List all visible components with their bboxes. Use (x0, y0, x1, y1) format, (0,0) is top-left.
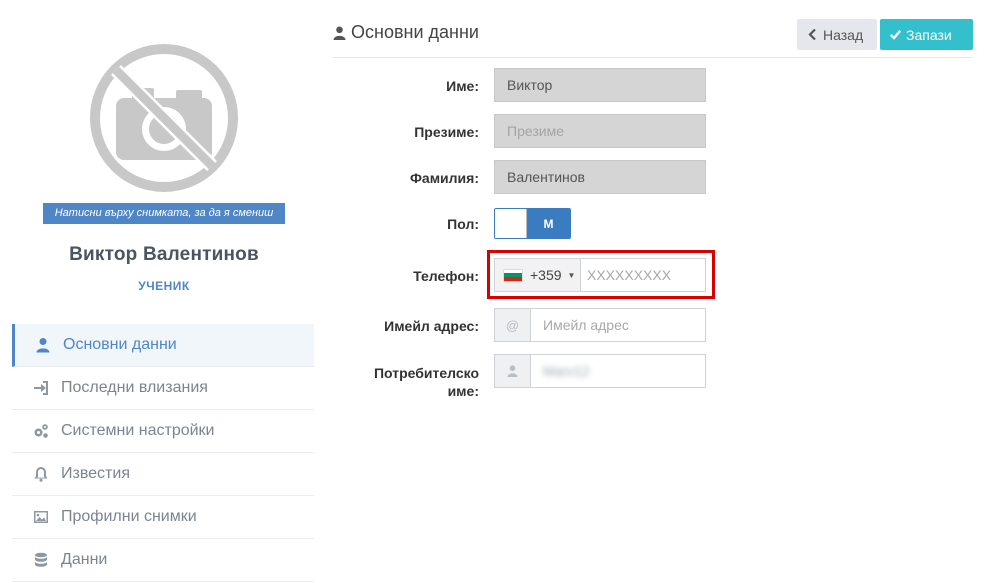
cogs-icon (30, 422, 52, 440)
page-header: Основни данни Назад Запази (333, 18, 973, 58)
page-title: Основни данни (333, 22, 479, 43)
save-button-label: Запази (906, 26, 952, 43)
last-name-label: Фамилия: (409, 170, 479, 186)
menu-item-system-settings[interactable]: Системни настройки (12, 410, 314, 453)
menu-item-notifications[interactable]: Известия (12, 453, 314, 496)
phone-input-group: +359 ▼ XXXXXXXXX (494, 258, 706, 292)
bulgaria-flag-icon (503, 268, 523, 282)
last-name-field[interactable]: Валентинов (494, 160, 706, 194)
save-button[interactable]: Запази (880, 19, 973, 50)
bell-icon (30, 465, 52, 483)
phone-input[interactable]: XXXXXXXXX (581, 267, 671, 283)
username-input[interactable]: Marv12 (531, 363, 590, 379)
back-button[interactable]: Назад (797, 19, 877, 50)
menu-item-label: Профилни снимки (61, 508, 197, 525)
back-button-label: Назад (823, 26, 864, 43)
middle-name-label: Презиме: (414, 124, 479, 140)
first-name-label: Име: (446, 78, 479, 94)
main-content: Основни данни Назад Запази Име: Виктор П… (333, 0, 973, 583)
gender-toggle[interactable]: М (494, 208, 571, 239)
user-icon (495, 355, 531, 387)
username-input-group: Marv12 (494, 354, 706, 388)
username-label: Потребителско име: (373, 365, 479, 399)
check-icon (890, 30, 901, 40)
middle-name-field[interactable]: Презиме (494, 114, 706, 148)
menu-item-profile-photos[interactable]: Профилни снимки (12, 496, 314, 539)
menu-item-label: Данни (61, 551, 108, 568)
user-name: Виктор Валентинов (69, 244, 259, 265)
caret-down-icon: ▼ (567, 270, 576, 280)
email-input-group: @ Имейл адрес (494, 308, 706, 342)
chevron-left-icon (808, 29, 816, 40)
phone-label: Телефон: (413, 268, 479, 284)
country-code-select[interactable]: +359 ▼ (495, 259, 581, 291)
database-icon (30, 551, 52, 569)
toggle-knob[interactable] (495, 209, 527, 238)
page-title-text: Основни данни (351, 22, 479, 42)
email-input[interactable]: Имейл адрес (531, 317, 629, 333)
menu-item-label: Последни влизания (61, 379, 208, 396)
image-icon (30, 508, 52, 526)
at-icon: @ (495, 309, 531, 341)
user-role: УЧЕНИК (138, 279, 190, 293)
user-icon (333, 26, 346, 40)
sign-in-icon (30, 379, 52, 397)
profile-menu: Основни данни Последни влизания Системни… (12, 324, 314, 582)
photo-change-hint[interactable]: Натисни върху снимката, за да я смениш (43, 203, 285, 224)
menu-item-label: Известия (61, 465, 130, 482)
menu-item-label: Системни настройки (61, 422, 215, 439)
first-name-field[interactable]: Виктор (494, 68, 706, 102)
user-icon (32, 336, 54, 354)
gender-value: М (527, 209, 570, 238)
email-label: Имейл адрес: (384, 318, 479, 334)
menu-item-data[interactable]: Данни (12, 539, 314, 582)
gender-label: Пол: (447, 216, 479, 232)
menu-item-label: Основни данни (63, 336, 177, 353)
menu-item-basic-data[interactable]: Основни данни (12, 324, 314, 367)
profile-sidebar: Натисни върху снимката, за да я смениш В… (0, 0, 325, 583)
menu-item-last-logins[interactable]: Последни влизания (12, 367, 314, 410)
country-code: +359 (530, 267, 562, 283)
no-photo-icon[interactable] (88, 42, 240, 194)
